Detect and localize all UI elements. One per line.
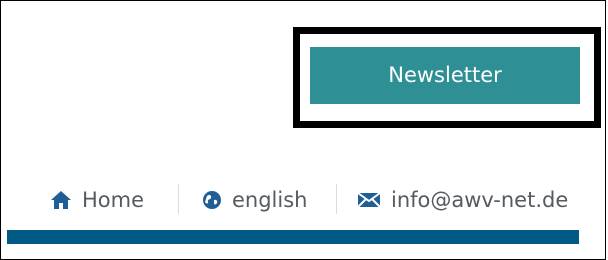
utility-nav: Home english info@awv-net.de <box>0 180 606 220</box>
globe-icon <box>202 190 222 210</box>
language-link[interactable]: english <box>202 180 307 220</box>
email-label: info@awv-net.de <box>391 188 569 212</box>
language-label: english <box>232 188 308 212</box>
divider <box>336 184 337 214</box>
envelope-icon <box>357 191 381 209</box>
home-icon <box>50 190 72 210</box>
home-link[interactable]: Home <box>50 180 144 220</box>
home-label: Home <box>82 188 145 212</box>
email-link[interactable]: info@awv-net.de <box>357 180 568 220</box>
divider <box>178 184 179 214</box>
main-navigation-bar <box>7 230 579 244</box>
newsletter-button[interactable]: Newsletter <box>310 47 580 104</box>
